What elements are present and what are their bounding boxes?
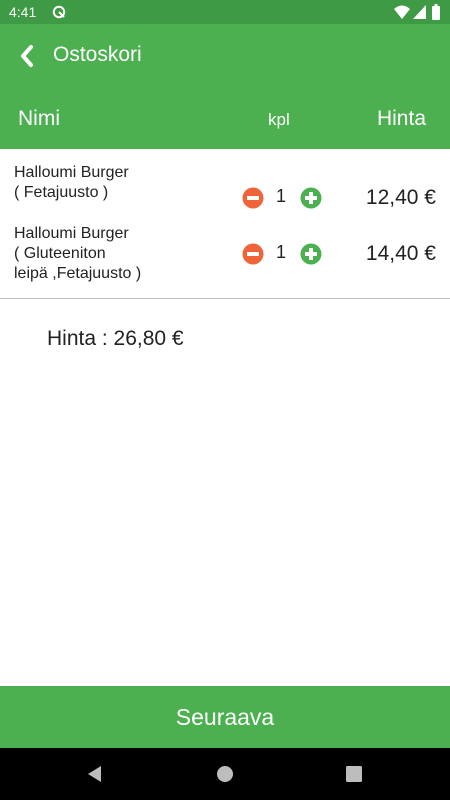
item-name: Halloumi Burger ( Fetajuusto ) bbox=[14, 163, 194, 203]
nav-recents-icon[interactable] bbox=[344, 764, 364, 784]
sync-icon bbox=[52, 5, 66, 19]
item-name-line: Halloumi Burger bbox=[14, 225, 129, 242]
item-quantity: 1 bbox=[275, 242, 286, 262]
item-price: 12,40 € bbox=[365, 186, 436, 209]
page-title: Ostoskori bbox=[53, 43, 142, 66]
wifi-icon bbox=[394, 5, 410, 19]
nav-home-icon[interactable] bbox=[215, 764, 235, 784]
item-name-line: ( Gluteeniton bbox=[14, 245, 106, 262]
system-nav-bar bbox=[0, 748, 450, 800]
next-button[interactable]: Seuraava bbox=[0, 686, 450, 748]
item-quantity: 1 bbox=[275, 186, 286, 206]
minus-circle-icon[interactable] bbox=[242, 187, 264, 209]
app-bar: Ostoskori bbox=[0, 24, 450, 88]
item-name-line: ( Fetajuusto ) bbox=[14, 184, 109, 201]
item-price: 14,40 € bbox=[365, 242, 436, 265]
battery-icon bbox=[432, 4, 440, 20]
plus-circle-icon[interactable] bbox=[300, 187, 322, 209]
column-header-qty: kpl bbox=[268, 110, 290, 129]
total-price: Hinta : 26,80 € bbox=[47, 327, 184, 350]
item-name-line: Halloumi Burger bbox=[14, 164, 129, 181]
status-bar: 4:41 bbox=[0, 0, 450, 24]
divider bbox=[0, 298, 450, 299]
item-name-line: leipä ,Fetajuusto ) bbox=[14, 265, 142, 282]
chevron-left-icon[interactable] bbox=[18, 44, 36, 68]
plus-circle-icon[interactable] bbox=[300, 243, 322, 265]
signal-icon bbox=[413, 5, 426, 19]
status-time: 4:41 bbox=[9, 4, 37, 20]
item-name: Halloumi Burger ( Gluteeniton leipä ,Fet… bbox=[14, 224, 194, 284]
column-header-price: Hinta bbox=[376, 107, 426, 130]
table-header: Nimi kpl Hinta bbox=[0, 88, 450, 149]
column-header-name: Nimi bbox=[18, 107, 60, 130]
minus-circle-icon[interactable] bbox=[242, 243, 264, 265]
nav-back-icon[interactable] bbox=[85, 764, 105, 784]
